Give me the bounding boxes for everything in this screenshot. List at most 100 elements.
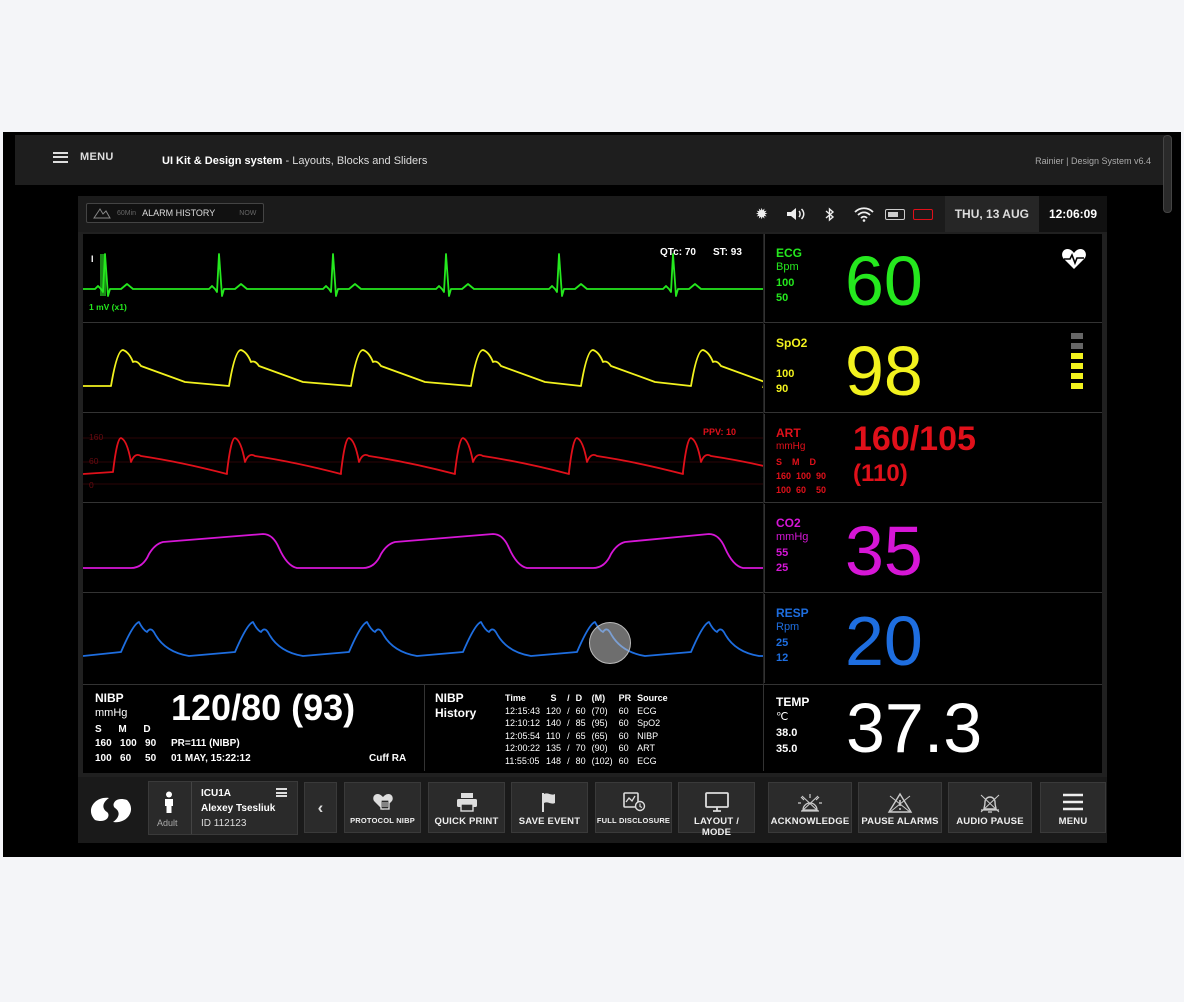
save-event-button[interactable]: SAVE EVENT [511, 782, 588, 833]
audio-pause-button[interactable]: AUDIO PAUSE [948, 782, 1032, 833]
temp-limit-hi: 38.0 [776, 727, 798, 739]
layout-mode-label: LAYOUT / MODE [693, 816, 740, 838]
layout-mode-button[interactable]: LAYOUT / MODE [678, 782, 755, 838]
history-cell: / [567, 718, 570, 728]
spo2-value: 98 [845, 332, 923, 410]
hamburger-icon [53, 151, 68, 163]
nibp-history-table: Time S / D (M) PR Source 12:15:43 120 / 60 (… [505, 692, 674, 767]
pause-alarms-button[interactable]: PAUSE ALARMS [858, 782, 942, 833]
quick-print-label: QUICK PRINT [434, 816, 499, 827]
alarm-interval: 60Min [117, 209, 137, 217]
status-date: THU, 13 AUG [944, 196, 1039, 232]
ecg-limit-lo: 50 [776, 292, 789, 304]
nibp-value: 120/80 (93) [171, 687, 356, 728]
bottom-panel: NIBP mmHg S M D 160 100 90 100 60 50 120… [83, 684, 1102, 773]
history-cell: / [567, 755, 570, 766]
history-col-slash: / [567, 693, 570, 703]
resp-trace [83, 621, 763, 657]
patient-unit: ICU1A [201, 788, 232, 799]
history-cell: 80 [575, 755, 586, 766]
status-icons: ✹ THU, 13 AUG 12:06:09 [745, 196, 1107, 232]
resp-waveform [83, 621, 763, 657]
history-cell: 120 [546, 705, 562, 716]
nibp-smd-header: S M D [95, 724, 151, 735]
co2-param[interactable]: CO2 mmHg 55 25 35 [764, 504, 1102, 593]
history-cell: / [567, 743, 570, 753]
spo2-waveform-row [83, 324, 763, 413]
battery-empty-icon [912, 208, 933, 220]
history-cell: 12:10:12 [505, 718, 541, 728]
patient-name: Alexey Tsesliuk [201, 803, 276, 814]
wifi-icon[interactable] [847, 196, 881, 232]
nibp-limit-lo: 100 60 50 [95, 753, 157, 764]
history-cell: 60 [618, 705, 629, 716]
history-cell: 60 [618, 718, 629, 728]
art-mean: (110) [853, 460, 908, 487]
co2-waveform [83, 533, 763, 569]
nibp-panel[interactable]: NIBP mmHg S M D 160 100 90 100 60 50 120… [83, 685, 425, 771]
history-cell: ECG [637, 705, 657, 716]
acknowledge-label: ACKNOWLEDGE [770, 816, 850, 827]
bottom-toolbar: Adult ICU1A Alexey Tsesliuk ID 112123 ‹ … [78, 777, 1107, 843]
table-row: 11:55:05 148 / 80 (102) 60 ECG [505, 755, 674, 768]
ecg-trace [83, 253, 763, 297]
history-cell: 12:00:22 [505, 743, 541, 753]
history-cell: / [567, 705, 570, 716]
scrollbar[interactable] [1163, 135, 1172, 213]
alarm-graph-icon [93, 208, 111, 219]
ppv-label: PPV: 10 [703, 427, 737, 437]
full-disclosure-button[interactable]: FULL DISCLOSURE [595, 782, 672, 833]
history-cell: 60 [618, 743, 629, 753]
app-frame: MENU UI Kit & Design system - Layouts, B… [3, 132, 1181, 857]
patient-card[interactable]: Adult ICU1A Alexey Tsesliuk ID 112123 [148, 781, 298, 835]
resp-waveform-row [83, 594, 763, 683]
table-row: 12:10:12 140 / 85 (95) 60 SpO2 [505, 717, 674, 730]
co2-param-label: CO2 [776, 516, 801, 530]
signal-bar [1071, 373, 1083, 379]
battery-icon [884, 208, 905, 220]
quick-print-button[interactable]: QUICK PRINT [428, 782, 505, 833]
temp-label: TEMP [776, 695, 810, 709]
resp-param[interactable]: RESP Rpm 25 12 20 [764, 594, 1102, 683]
signal-bar [1071, 353, 1083, 359]
full-disclosure-icon [596, 792, 671, 814]
hamburger-icon [1041, 792, 1105, 814]
flag-icon [512, 792, 587, 814]
menu-button[interactable]: MENU [53, 151, 114, 163]
touch-cursor [589, 622, 631, 664]
art-unit: mmHg [776, 441, 806, 452]
history-cell: 11:55:05 [505, 755, 540, 766]
pause-alarms-label: PAUSE ALARMS [861, 816, 939, 827]
volume-icon[interactable] [779, 196, 813, 232]
ecg-limit-hi: 100 [776, 277, 795, 289]
art-scale-top: 160 [89, 432, 104, 442]
history-cell: 70 [575, 743, 586, 753]
temp-panel[interactable]: TEMP ℃ 38.0 35.0 37.3 [764, 685, 1102, 771]
history-cell: 65 [575, 730, 586, 741]
ecg-lead-label: I [91, 254, 94, 264]
protocol-nibp-button[interactable]: PROTOCOL NIBP [344, 782, 421, 833]
history-cell: 148 [546, 755, 562, 766]
art-param[interactable]: ART mmHg S M D 160 100 90 100 60 50 160/… [764, 414, 1102, 503]
resp-value: 20 [845, 602, 923, 680]
spo2-waveform [83, 349, 763, 388]
title-rest: - Layouts, Blocks and Sliders [282, 155, 428, 167]
bluetooth-icon[interactable] [813, 196, 847, 232]
art-smd-header: S M D [776, 457, 817, 467]
toolbar-menu-button[interactable]: MENU [1040, 782, 1106, 833]
acknowledge-button[interactable]: ACKNOWLEDGE [768, 782, 852, 833]
history-cell: 12:05:54 [505, 730, 541, 741]
brightness-icon[interactable]: ✹ [745, 196, 779, 232]
brand-logo [78, 777, 144, 843]
patient-menu-icon[interactable] [276, 788, 287, 797]
toolbar-back-button[interactable]: ‹ [304, 782, 337, 833]
spo2-param[interactable]: SpO2 100 90 98 [764, 324, 1102, 413]
history-cell: (65) [591, 730, 608, 741]
alarm-history-button[interactable]: 60Min ALARM HISTORY NOW [86, 203, 264, 223]
ecg-param[interactable]: ECG Bpm 100 50 60 [764, 234, 1102, 323]
nibp-history-panel[interactable]: NIBP History Time S / D (M) PR Source 12… [425, 685, 764, 771]
art-trace [83, 437, 763, 478]
spo2-trace [83, 349, 763, 388]
signal-bar [1071, 383, 1083, 389]
version-label: Rainier | Design System v6.4 [1035, 156, 1151, 166]
